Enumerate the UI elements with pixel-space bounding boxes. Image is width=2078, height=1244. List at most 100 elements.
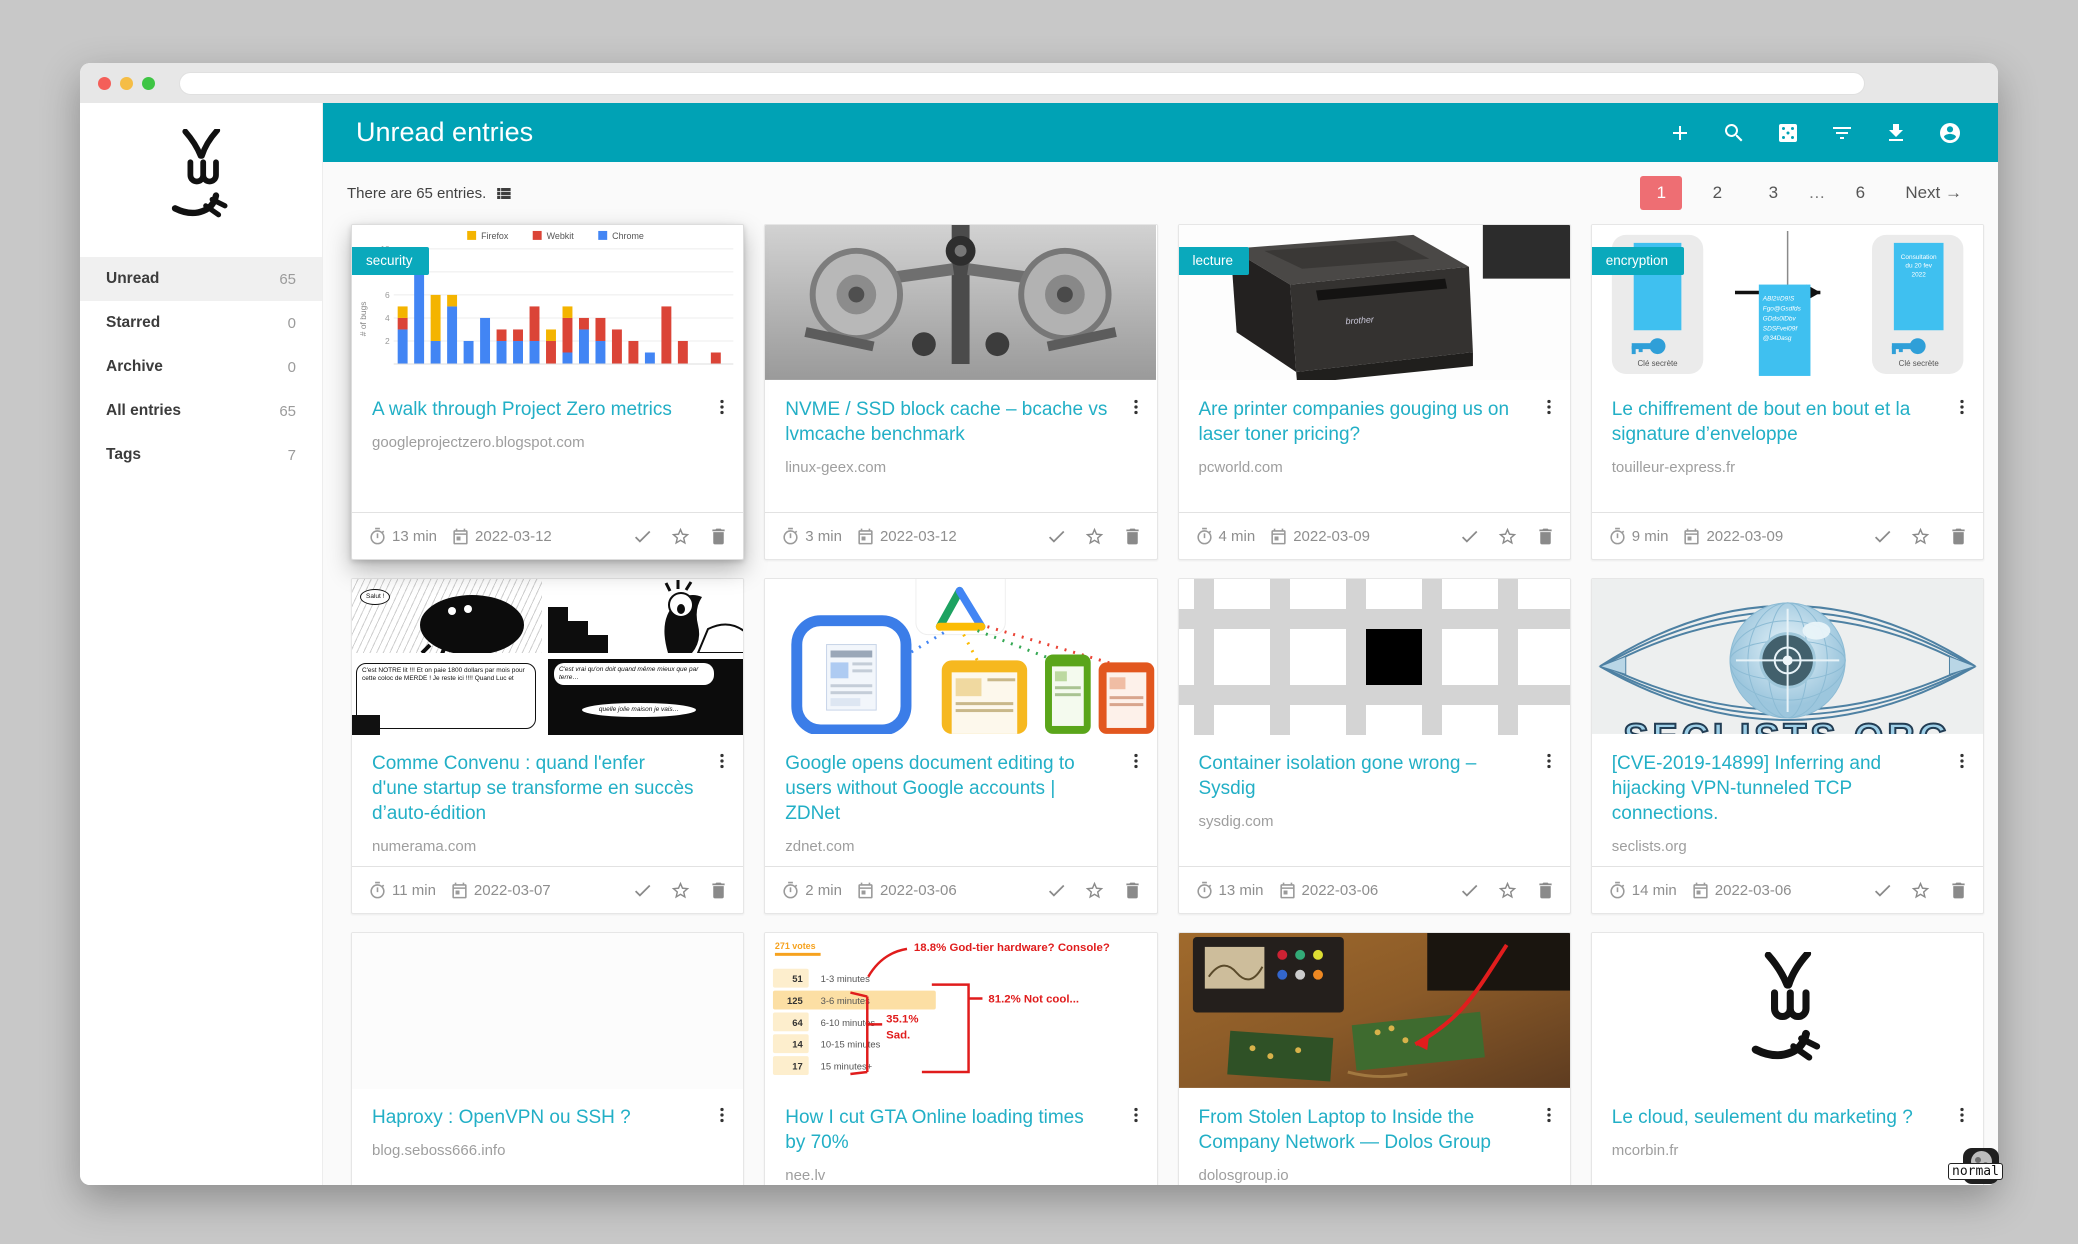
entry-title-link[interactable]: Comme Convenu : quand l'enfer d'une star… [372, 751, 695, 826]
entry-preview-image[interactable]: 271 votes 51 1-3 minutes 125 3-6 minutes… [765, 933, 1156, 1089]
svg-text:51: 51 [792, 973, 802, 984]
sidebar-item-archive[interactable]: Archive 0 [80, 345, 322, 389]
sidebar-item-all-entries[interactable]: All entries 65 [80, 389, 322, 433]
svg-text:15 minutes+: 15 minutes+ [821, 1061, 873, 1072]
pagination-page-1[interactable]: 1 [1640, 176, 1682, 210]
sidebar-item-tags[interactable]: Tags 7 [80, 433, 322, 477]
entry-title-link[interactable]: Le cloud, seulement du marketing ? [1612, 1105, 1935, 1130]
entry-preview-image[interactable] [1592, 933, 1983, 1089]
entry-preview-image[interactable] [765, 579, 1156, 735]
entry-menu-kebab-icon[interactable] [711, 1103, 733, 1127]
entry-menu-kebab-icon[interactable] [1538, 1103, 1560, 1127]
sidebar-item-starred[interactable]: Starred 0 [80, 301, 322, 345]
entry-preview-image[interactable] [1179, 933, 1570, 1089]
delete-icon[interactable] [1948, 880, 1969, 901]
minimize-window-button[interactable] [120, 77, 133, 90]
entry-menu-kebab-icon[interactable] [1951, 1103, 1973, 1127]
favorite-icon[interactable] [1084, 526, 1105, 547]
delete-icon[interactable] [1948, 526, 1969, 547]
entry-menu-kebab-icon[interactable] [1125, 749, 1147, 773]
mark-as-read-icon[interactable] [1459, 880, 1480, 901]
sidebar-item-label: All entries [106, 402, 181, 420]
pagination-page-3[interactable]: 3 [1752, 176, 1794, 210]
favorite-icon[interactable] [1910, 526, 1931, 547]
entry-title-link[interactable]: From Stolen Laptop to Inside the Company… [1199, 1105, 1522, 1155]
entry-date: 2022-03-07 [450, 881, 551, 900]
entry-menu-kebab-icon[interactable] [1125, 1103, 1147, 1127]
random-icon[interactable] [1776, 121, 1800, 145]
card-footer: 2 min 2022-03-06 [765, 866, 1156, 913]
favorite-icon[interactable] [670, 526, 691, 547]
pagination-next[interactable]: Next → [1905, 183, 1962, 203]
favorite-icon[interactable] [670, 880, 691, 901]
entry-menu-kebab-icon[interactable] [1951, 395, 1973, 419]
mark-as-read-icon[interactable] [632, 880, 653, 901]
entry-title-link[interactable]: Haproxy : OpenVPN ou SSH ? [372, 1105, 695, 1130]
pagination-page-2[interactable]: 2 [1696, 176, 1738, 210]
page-header: Unread entries [323, 103, 1998, 162]
entry-title-link[interactable]: NVME / SSD block cache – bcache vs lvmca… [785, 397, 1108, 447]
favorite-icon[interactable] [1910, 880, 1931, 901]
close-window-button[interactable] [98, 77, 111, 90]
sidebar-item-unread[interactable]: Unread 65 [80, 257, 322, 301]
entry-menu-kebab-icon[interactable] [1951, 749, 1973, 773]
favorite-icon[interactable] [1084, 880, 1105, 901]
mark-as-read-icon[interactable] [1046, 880, 1067, 901]
entry-menu-kebab-icon[interactable] [1125, 395, 1147, 419]
delete-icon[interactable] [1122, 526, 1143, 547]
sidebar-item-count: 65 [279, 403, 296, 420]
mark-as-read-icon[interactable] [632, 526, 653, 547]
svg-text:2: 2 [385, 336, 390, 346]
delete-icon[interactable] [1535, 526, 1556, 547]
mark-as-read-icon[interactable] [1046, 526, 1067, 547]
mark-as-read-icon[interactable] [1872, 880, 1893, 901]
account-icon[interactable] [1938, 121, 1962, 145]
delete-icon[interactable] [708, 526, 729, 547]
sidebar-menu: Unread 65 Starred 0 Archive 0 All entrie… [80, 257, 322, 477]
entry-menu-kebab-icon[interactable] [1538, 395, 1560, 419]
entry-title-link[interactable]: A walk through Project Zero metrics [372, 397, 695, 422]
entry-preview-image[interactable]: Salut ! C'est NOTRE lit !!! Et on paie 1… [352, 579, 743, 735]
export-icon[interactable] [1884, 121, 1908, 145]
entry-preview-image[interactable] [1179, 579, 1570, 735]
stopwatch-icon [781, 881, 800, 900]
entry-menu-kebab-icon[interactable] [711, 395, 733, 419]
card-body: [CVE-2019-14899] Inferring and hijacking… [1592, 735, 1983, 866]
stopwatch-icon [1608, 527, 1627, 546]
entry-menu-kebab-icon[interactable] [711, 749, 733, 773]
tag-chip-lecture[interactable]: lecture [1179, 247, 1250, 275]
entry-title-link[interactable]: Le chiffrement de bout en bout et la sig… [1612, 397, 1935, 447]
entry-card: Le cloud, seulement du marketing ? mcorb… [1591, 932, 1984, 1185]
entry-preview-image[interactable] [352, 933, 743, 1089]
delete-icon[interactable] [708, 880, 729, 901]
svg-text:SECLISTS.ORG: SECLISTS.ORG [1623, 716, 1951, 734]
sidebar-item-count: 0 [288, 315, 296, 332]
filter-icon[interactable] [1830, 121, 1854, 145]
card-body: Google opens document editing to users w… [765, 735, 1156, 866]
pagination-page-6[interactable]: 6 [1839, 176, 1881, 210]
entry-preview-image[interactable] [765, 225, 1156, 381]
entry-title-link[interactable]: Google opens document editing to users w… [785, 751, 1108, 826]
mark-as-read-icon[interactable] [1872, 526, 1893, 547]
entry-date: 2022-03-12 [856, 527, 957, 546]
add-icon[interactable] [1668, 121, 1692, 145]
entry-preview-image[interactable]: SECLISTS.ORG [1592, 579, 1983, 735]
search-icon[interactable] [1722, 121, 1746, 145]
url-bar[interactable] [179, 72, 1865, 95]
tag-chip-encryption[interactable]: encryption [1592, 247, 1684, 275]
delete-icon[interactable] [1122, 880, 1143, 901]
entry-title-link[interactable]: How I cut GTA Online loading times by 70… [785, 1105, 1108, 1155]
favorite-icon[interactable] [1497, 526, 1518, 547]
favorite-icon[interactable] [1497, 880, 1518, 901]
delete-icon[interactable] [1535, 880, 1556, 901]
entry-menu-kebab-icon[interactable] [1538, 749, 1560, 773]
maximize-window-button[interactable] [142, 77, 155, 90]
mark-as-read-icon[interactable] [1459, 526, 1480, 547]
card-footer: 14 min 2022-03-06 [1592, 866, 1983, 913]
entry-title-link[interactable]: Container isolation gone wrong – Sysdig [1199, 751, 1522, 801]
list-view-toggle-icon[interactable] [494, 184, 513, 203]
card-footer: 13 min 2022-03-12 [352, 512, 743, 559]
entry-title-link[interactable]: [CVE-2019-14899] Inferring and hijacking… [1612, 751, 1935, 826]
tag-chip-security[interactable]: security [352, 247, 429, 275]
entry-title-link[interactable]: Are printer companies gouging us on lase… [1199, 397, 1522, 447]
